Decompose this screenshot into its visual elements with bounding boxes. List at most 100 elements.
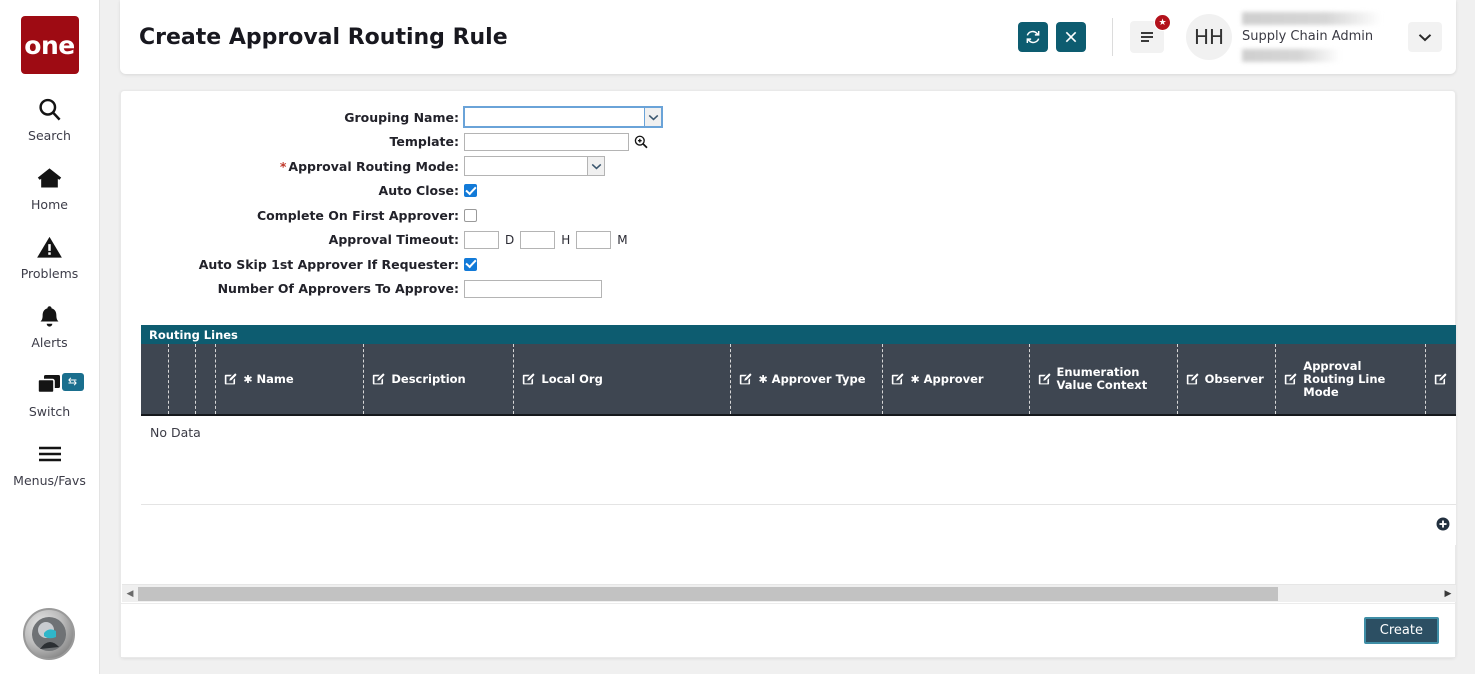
form-row-approval-routing-mode: *Approval Routing Mode: — [121, 154, 1455, 179]
approval-timeout-days-input[interactable] — [464, 231, 499, 249]
refresh-icon — [1025, 29, 1041, 45]
user-menu-dropdown-button[interactable] — [1408, 22, 1442, 52]
left-nav-rail: one Search Home Problems — [0, 0, 100, 674]
routing-lines-title: Routing Lines — [141, 325, 1456, 344]
user-role-label: Supply Chain Admin — [1242, 29, 1373, 44]
sidebar-item-label: Problems — [21, 266, 79, 281]
sidebar-item-home[interactable]: Home — [0, 162, 100, 212]
sidebar-item-label: Menus/Favs — [13, 473, 86, 488]
grid-col-label: Observer — [1205, 373, 1264, 386]
sidebar-item-label: Alerts — [31, 335, 67, 350]
scroll-left-arrow-icon[interactable]: ◀ — [122, 588, 138, 599]
approval-routing-mode-input[interactable] — [464, 156, 587, 176]
scrollbar-track[interactable] — [138, 587, 1440, 601]
required-indicator: ✱ — [243, 373, 252, 386]
add-row-button[interactable] — [1436, 517, 1450, 531]
home-icon — [35, 162, 64, 194]
refresh-button[interactable] — [1018, 22, 1048, 52]
minutes-unit-label: M — [617, 233, 627, 247]
grid-col-actions[interactable] — [196, 344, 216, 414]
edit-pencil-icon — [739, 373, 752, 386]
complete-on-first-approver-checkbox[interactable] — [464, 209, 477, 222]
complete-on-first-approver-label: Complete On First Approver: — [121, 208, 464, 223]
sidebar-item-search[interactable]: Search — [0, 93, 100, 143]
horizontal-scrollbar[interactable]: ◀ ▶ — [122, 584, 1456, 602]
grid-col-local-org[interactable]: Local Org — [514, 344, 731, 414]
grid-col-approver-type[interactable]: ✱ Approver Type — [731, 344, 883, 414]
approval-timeout-hours-input[interactable] — [520, 231, 555, 249]
grid-col-description[interactable]: Description — [364, 344, 514, 414]
grid-col-observer[interactable]: Observer — [1178, 344, 1277, 414]
template-lookup-icon[interactable] — [633, 134, 649, 150]
bell-icon — [37, 300, 62, 332]
page-title: Create Approval Routing Rule — [139, 25, 508, 50]
user-avatar-initials: HH — [1194, 25, 1224, 49]
switch-badge-icon[interactable]: ⇆ — [62, 373, 84, 391]
approval-routing-rule-form: Grouping Name: Template: — [121, 105, 1455, 301]
close-icon — [1064, 30, 1078, 44]
grid-col-select[interactable] — [141, 344, 169, 414]
grid-col-label: Approver Type — [772, 373, 866, 386]
scroll-right-arrow-icon[interactable]: ▶ — [1440, 588, 1456, 599]
grid-col-partial[interactable] — [1426, 344, 1456, 414]
windows-stack-icon — [36, 369, 64, 401]
brand-logo-text: one — [24, 31, 74, 60]
favorites-star-badge-icon: ★ — [1154, 14, 1171, 31]
sidebar-item-label: Home — [31, 197, 68, 212]
sidebar-item-menus-favs[interactable]: Menus/Favs — [0, 438, 100, 488]
sidebar-item-switch[interactable]: ⇆ Switch — [0, 369, 100, 419]
chevron-down-icon[interactable] — [644, 107, 662, 127]
required-indicator: * — [280, 159, 287, 174]
required-indicator: ✱ — [910, 373, 919, 386]
plus-circle-icon — [1436, 517, 1450, 531]
edit-pencil-icon — [522, 373, 535, 386]
edit-pencil-icon — [224, 373, 237, 386]
number-of-approvers-input[interactable] — [464, 280, 602, 298]
form-row-auto-skip-first-approver: Auto Skip 1st Approver If Requester: — [121, 252, 1455, 277]
grouping-name-select[interactable] — [464, 107, 662, 127]
user-avatar[interactable]: HH — [1186, 14, 1232, 60]
chevron-down-icon[interactable] — [587, 156, 605, 176]
grid-col-expand[interactable] — [169, 344, 197, 414]
required-indicator: ✱ — [758, 373, 767, 386]
hamburger-icon — [1138, 29, 1156, 45]
search-icon — [36, 93, 63, 125]
scrollbar-thumb[interactable] — [138, 587, 1278, 601]
header-divider — [1112, 18, 1113, 56]
avatar[interactable] — [23, 608, 75, 660]
approval-timeout-minutes-input[interactable] — [576, 231, 611, 249]
edit-pencil-icon — [1038, 373, 1051, 386]
auto-close-checkbox[interactable] — [464, 184, 477, 197]
grid-col-enumeration-value-context[interactable]: Enumeration Value Context — [1030, 344, 1178, 414]
redacted-org — [1242, 49, 1340, 62]
form-row-auto-close: Auto Close: — [121, 179, 1455, 204]
brand-logo[interactable]: one — [21, 16, 79, 74]
menus-favorites-button[interactable]: ★ — [1130, 21, 1164, 53]
grouping-name-label: Grouping Name: — [121, 110, 464, 125]
grouping-name-input[interactable] — [464, 107, 644, 127]
grid-col-approval-routing-line-mode[interactable]: Approval Routing Line Mode — [1276, 344, 1426, 414]
close-button[interactable] — [1056, 22, 1086, 52]
grid-col-label: Approver — [924, 373, 984, 386]
sidebar-item-problems[interactable]: Problems — [0, 231, 100, 281]
form-row-approval-timeout: Approval Timeout: D H M — [121, 228, 1455, 253]
approval-routing-mode-select[interactable] — [464, 156, 605, 176]
user-info-block: Supply Chain Admin — [1242, 10, 1388, 64]
sidebar-item-alerts[interactable]: Alerts — [0, 300, 100, 350]
grid-header-row: ✱ Name Description L — [141, 344, 1456, 416]
create-button[interactable]: Create — [1364, 617, 1439, 644]
empty-state-message: No Data — [150, 425, 201, 440]
number-of-approvers-label: Number Of Approvers To Approve: — [121, 281, 464, 296]
chevron-down-icon — [1418, 33, 1432, 42]
grid-col-name[interactable]: ✱ Name — [216, 344, 364, 414]
routing-lines-grid: Routing Lines ✱ Name — [141, 325, 1456, 545]
hours-unit-label: H — [561, 233, 570, 247]
sidebar-item-label: Search — [28, 128, 71, 143]
page-header: Create Approval Routing Rule ★ HH — [120, 0, 1456, 74]
grid-col-approver[interactable]: ✱ Approver — [883, 344, 1029, 414]
template-label: Template: — [121, 134, 464, 149]
form-row-complete-on-first-approver: Complete On First Approver: — [121, 203, 1455, 228]
auto-skip-first-approver-checkbox[interactable] — [464, 258, 477, 271]
grid-col-label: Name — [257, 373, 294, 386]
template-input[interactable] — [464, 133, 629, 151]
